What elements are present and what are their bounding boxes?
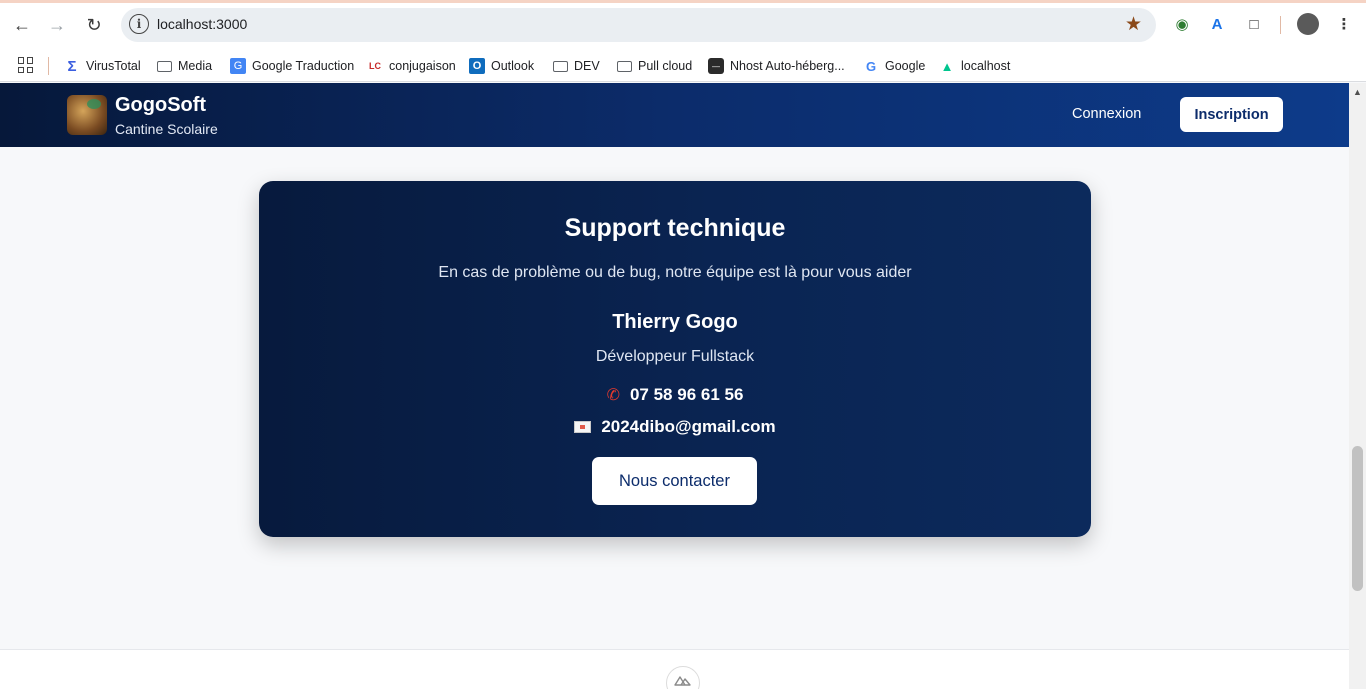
extensions-puzzle-icon[interactable]: □ — [1244, 14, 1264, 34]
nhost-icon: — — [708, 58, 724, 74]
contact-role: Développeur Fullstack — [595, 348, 755, 365]
translate-extension-icon[interactable]: A — [1207, 14, 1227, 34]
bookmark-label: conjugaison — [389, 59, 456, 73]
back-icon[interactable]: ← — [8, 11, 36, 39]
login-link[interactable]: Connexion — [1072, 106, 1141, 122]
bookmark-conjugaison[interactable]: LC conjugaison — [367, 56, 456, 76]
virustotal-icon: Σ — [67, 57, 77, 75]
conjugaison-icon: LC — [369, 61, 381, 71]
bookmark-nhost[interactable]: — Nhost Auto-héberg... — [708, 56, 845, 76]
phone-icon: ✆ — [606, 387, 620, 404]
scroll-up-arrow-icon[interactable]: ▲ — [1353, 87, 1362, 97]
bookmarks-bar: Σ VirusTotal Media G Google Traduction L… — [0, 50, 1366, 82]
brand-name[interactable]: GogoSoft — [115, 94, 206, 117]
nuxt-icon: ▲ — [940, 58, 954, 74]
email-row: 2024dibo@gmail.com — [259, 417, 1091, 437]
signup-button[interactable]: Inscription — [1180, 97, 1283, 132]
outlook-icon: O — [469, 58, 485, 74]
scroll-thumb[interactable] — [1352, 446, 1363, 591]
bookmark-label: Pull cloud — [638, 59, 693, 73]
phone-number[interactable]: 07 58 96 61 56 — [630, 385, 743, 405]
bookmark-label: Outlook — [491, 59, 535, 73]
bookmark-label: Google — [885, 59, 926, 73]
tab-strip-accent — [0, 0, 1366, 3]
bookmark-label: VirusTotal — [86, 59, 141, 73]
brand-logo[interactable] — [67, 95, 107, 135]
bookmark-label: DEV — [574, 59, 600, 73]
support-title: Support technique — [564, 214, 786, 242]
site-info-icon[interactable]: i — [129, 14, 149, 34]
nuxt-devtools-icon[interactable] — [666, 666, 700, 689]
bookmark-pull-cloud[interactable]: Pull cloud — [616, 56, 692, 76]
bookmark-google[interactable]: G Google — [863, 56, 925, 76]
browser-menu-icon[interactable]: ⋮ — [1334, 14, 1354, 34]
bookmark-localhost[interactable]: ▲ localhost — [939, 56, 1011, 76]
page-scrollbar[interactable]: ▲ — [1349, 83, 1366, 689]
profile-avatar[interactable] — [1297, 13, 1319, 35]
support-card: Support technique En cas de problème ou … — [259, 181, 1091, 537]
google-translate-icon: G — [230, 58, 246, 74]
site-header: GogoSoft Cantine Scolaire Connexion Insc… — [0, 83, 1349, 147]
bookmark-label: localhost — [961, 59, 1011, 73]
folder-icon — [552, 58, 568, 74]
apps-grid-icon[interactable] — [18, 57, 34, 73]
brand-tagline: Cantine Scolaire — [115, 121, 218, 137]
address-bar[interactable]: i localhost:3000 ★ — [121, 8, 1156, 42]
email-address[interactable]: 2024dibo@gmail.com — [601, 417, 775, 437]
phone-row: ✆ 07 58 96 61 56 — [259, 385, 1091, 405]
bookmarks-divider — [48, 57, 49, 75]
bookmark-label: Nhost Auto-héberg... — [730, 59, 845, 73]
contact-us-button[interactable]: Nous contacter — [592, 457, 757, 505]
bookmark-dev[interactable]: DEV — [552, 56, 600, 76]
bookmark-label: Google Traduction — [252, 59, 355, 73]
bookmark-google-traduction[interactable]: G Google Traduction — [230, 56, 354, 76]
bookmark-label: Media — [178, 59, 213, 73]
bookmark-media[interactable]: Media — [156, 56, 212, 76]
support-subtitle: En cas de problème ou de bug, notre équi… — [438, 264, 912, 281]
folder-icon — [616, 58, 632, 74]
envelope-icon — [574, 421, 592, 433]
bookmark-virustotal[interactable]: Σ VirusTotal — [64, 56, 141, 76]
extension-globe-icon[interactable]: ◉ — [1172, 14, 1192, 34]
folder-icon — [156, 58, 172, 74]
forward-icon[interactable]: → — [43, 11, 71, 39]
bookmark-star-icon[interactable]: ★ — [1125, 13, 1142, 36]
google-icon: G — [865, 58, 877, 74]
page-footer — [0, 649, 1349, 689]
toolbar-divider — [1280, 16, 1281, 34]
page-viewport: GogoSoft Cantine Scolaire Connexion Insc… — [0, 83, 1349, 689]
contact-name: Thierry Gogo — [612, 311, 738, 333]
address-url[interactable]: localhost:3000 — [157, 16, 247, 32]
browser-toolbar: ← → ↻ i localhost:3000 ★ ◉ A □ ⋮ — [0, 0, 1366, 50]
reload-icon[interactable]: ↻ — [80, 11, 108, 39]
bookmark-outlook[interactable]: O Outlook — [469, 56, 534, 76]
